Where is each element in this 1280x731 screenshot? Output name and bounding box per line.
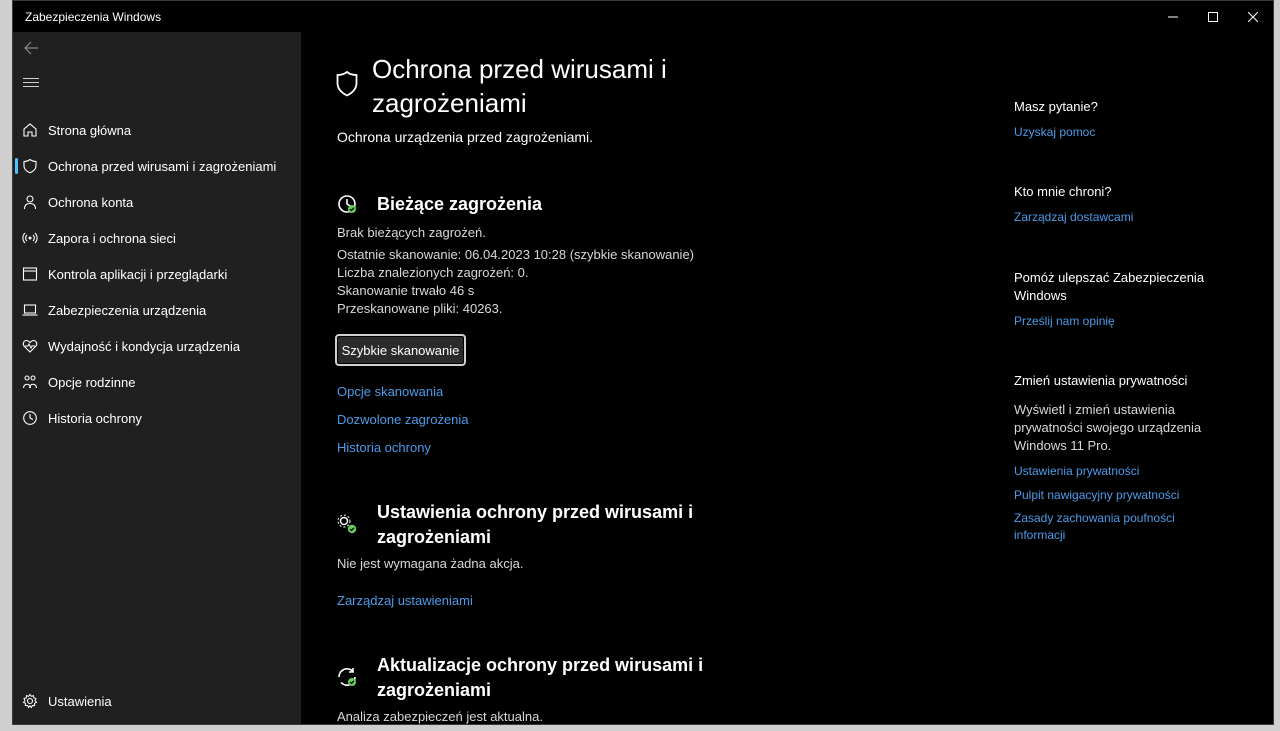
- history-icon: [22, 410, 38, 426]
- home-icon: [22, 122, 38, 138]
- window-title: Zabezpieczenia Windows: [25, 10, 162, 24]
- active-indicator: [15, 158, 18, 174]
- title-bar[interactable]: Zabezpieczenia Windows: [13, 1, 1273, 32]
- sidebar-item-account[interactable]: Ochrona konta: [13, 184, 301, 220]
- privacy-settings-link[interactable]: Ustawienia prywatności: [1014, 463, 1214, 480]
- settings-gears-icon: [336, 513, 358, 535]
- sidebar-item-label: Ochrona konta: [48, 194, 134, 210]
- improve-heading: Pomóż ulepszać Zabezpieczenia Windows: [1014, 270, 1205, 303]
- updates-status-text: Analiza zabezpieczeń jest aktualna.: [337, 709, 543, 724]
- privacy-dashboard-link[interactable]: Pulpit nawigacyjny prywatności: [1014, 487, 1214, 504]
- files-scanned-text: Przeskanowane pliki: 40263.: [337, 301, 503, 316]
- sidebar-item-settings[interactable]: Ustawienia: [13, 683, 301, 719]
- section-title-current-threats: Bieżące zagrożenia: [377, 194, 543, 214]
- privacy-description: Wyświetl i zmień ustawienia prywatności …: [1014, 402, 1202, 453]
- sidebar-item-label: Ustawienia: [48, 693, 112, 709]
- privacy-heading: Zmień ustawienia prywatności: [1014, 373, 1188, 388]
- shield-icon: [22, 158, 38, 174]
- threat-scan-icon: [336, 193, 358, 215]
- threats-found-text: Liczba znalezionych zagrożeń: 0.: [337, 265, 529, 280]
- sidebar-item-performance[interactable]: Wydajność i kondycja urządzenia: [13, 328, 301, 364]
- send-feedback-link[interactable]: Prześlij nam opinię: [1014, 313, 1214, 330]
- sidebar-item-home[interactable]: Strona główna: [13, 112, 301, 148]
- family-icon: [22, 374, 38, 390]
- close-icon: [1248, 11, 1258, 22]
- update-sync-icon: [336, 666, 358, 688]
- sidebar-item-label: Wydajność i kondycja urządzenia: [48, 338, 241, 354]
- scan-options-link[interactable]: Opcje skanowania: [337, 384, 443, 399]
- sidebar-item-label: Zabezpieczenia urządzenia: [48, 302, 207, 318]
- page-title: Ochrona przed wirusami i zagrożeniami: [372, 54, 667, 118]
- minimize-button[interactable]: [1153, 1, 1193, 32]
- main-content: Ochrona przed wirusami i zagrożeniami Oc…: [301, 32, 1001, 724]
- hamburger-line: [23, 82, 39, 83]
- sidebar-item-history[interactable]: Historia ochrony: [13, 400, 301, 436]
- close-button[interactable]: [1233, 1, 1273, 32]
- shield-icon: [335, 70, 359, 98]
- right-panel: Masz pytanie? Uzyskaj pomoc Kto mnie chr…: [1014, 32, 1254, 724]
- sidebar-item-label: Ochrona przed wirusami i zagrożeniami: [48, 158, 277, 174]
- who-protects-heading: Kto mnie chroni?: [1014, 184, 1112, 199]
- app-browser-icon: [22, 266, 38, 282]
- sidebar-item-label: Opcje rodzinne: [48, 374, 136, 390]
- protection-history-link[interactable]: Historia ochrony: [337, 440, 431, 455]
- get-help-link[interactable]: Uzyskaj pomoc: [1014, 124, 1214, 141]
- hamburger-menu-button[interactable]: [23, 78, 39, 92]
- back-arrow-icon: [24, 41, 38, 55]
- manage-providers-link[interactable]: Zarządzaj dostawcami: [1014, 209, 1214, 226]
- maximize-icon: [1208, 11, 1218, 22]
- question-heading: Masz pytanie?: [1014, 99, 1098, 114]
- person-icon: [22, 194, 38, 210]
- sidebar-item-app-browser[interactable]: Kontrola aplikacji i przeglądarki: [13, 256, 301, 292]
- section-title-protection-updates: Aktualizacje ochrony przed wirusami i za…: [377, 655, 704, 700]
- gear-icon: [22, 693, 38, 709]
- quick-scan-button[interactable]: Szybkie skanowanie: [335, 334, 466, 366]
- laptop-icon: [22, 302, 38, 318]
- privacy-statement-link[interactable]: Zasady zachowania poufności informacji: [1014, 510, 1194, 544]
- sidebar-item-label: Zapora i ochrona sieci: [48, 230, 176, 246]
- last-scan-text: Ostatnie skanowanie: 06.04.2023 10:28 (s…: [337, 247, 694, 262]
- allowed-threats-link[interactable]: Dozwolone zagrożenia: [337, 412, 469, 427]
- app-window: Zabezpieczenia Windows Strona główna Och…: [12, 0, 1274, 725]
- sidebar-item-label: Historia ochrony: [48, 410, 142, 426]
- sidebar-item-firewall[interactable]: Zapora i ochrona sieci: [13, 220, 301, 256]
- settings-status-text: Nie jest wymagana żadna akcja.: [337, 556, 524, 571]
- minimize-icon: [1168, 16, 1178, 17]
- sidebar-item-device-security[interactable]: Zabezpieczenia urządzenia: [13, 292, 301, 328]
- hamburger-line: [23, 86, 39, 87]
- hamburger-icon: [23, 78, 39, 79]
- back-button[interactable]: [23, 40, 43, 60]
- scan-duration-text: Skanowanie trwało 46 s: [337, 283, 475, 298]
- sidebar-item-label: Strona główna: [48, 122, 132, 138]
- sidebar-item-virus-protection[interactable]: Ochrona przed wirusami i zagrożeniami: [13, 148, 301, 184]
- sidebar-item-family[interactable]: Opcje rodzinne: [13, 364, 301, 400]
- section-title-protection-settings: Ustawienia ochrony przed wirusami i zagr…: [377, 502, 694, 547]
- sidebar: Strona główna Ochrona przed wirusami i z…: [13, 32, 301, 724]
- page-subtitle: Ochrona urządzenia przed zagrożeniami.: [337, 129, 594, 145]
- window-controls: [1153, 1, 1273, 32]
- maximize-button[interactable]: [1193, 1, 1233, 32]
- manage-settings-link[interactable]: Zarządzaj ustawieniami: [337, 593, 473, 608]
- network-icon: [22, 230, 38, 246]
- threat-status-text: Brak bieżących zagrożeń.: [337, 225, 486, 240]
- sidebar-item-label: Kontrola aplikacji i przeglądarki: [48, 266, 228, 282]
- heart-icon: [22, 338, 38, 354]
